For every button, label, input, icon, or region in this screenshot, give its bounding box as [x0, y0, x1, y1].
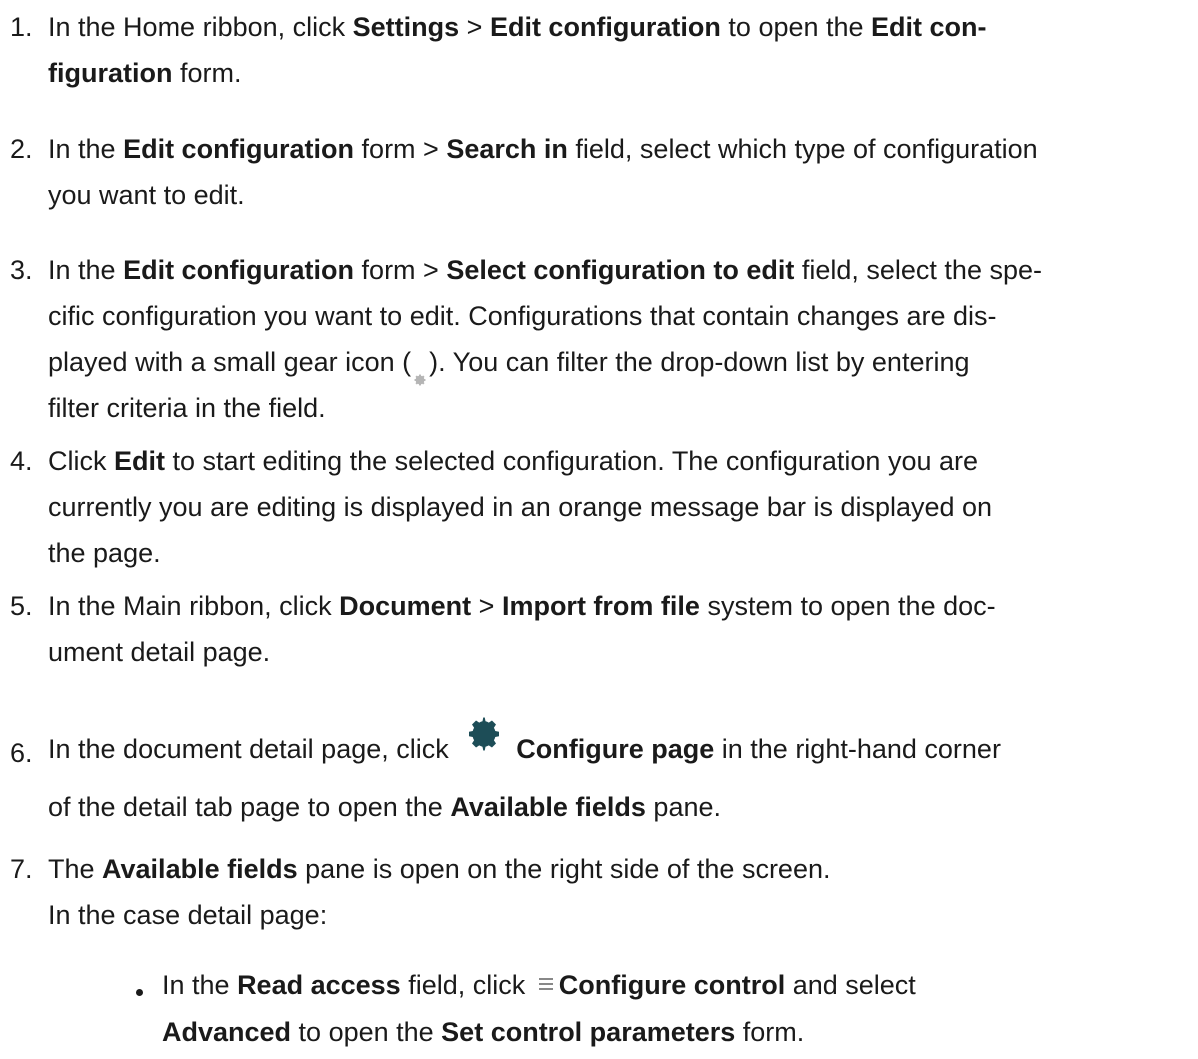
step-text: pane is open on the right side of the sc… — [297, 854, 831, 884]
bold-term: Search in — [446, 134, 568, 164]
bold-term: Edit configuration — [489, 12, 721, 42]
step-text: you want to edit. — [48, 180, 245, 210]
bold-term: Set control parameters — [441, 1017, 736, 1047]
bullet-text: to open the — [291, 1017, 442, 1047]
bold-term: Edit configuration — [123, 255, 355, 285]
bold-term: Read access — [237, 970, 401, 1000]
bullet-item: In the Read access field, click Configur… — [0, 962, 1195, 1056]
step-3: 3. In the Edit configuration form > Sele… — [0, 247, 1195, 431]
step-text: Click — [48, 446, 114, 476]
step-text: to start editing the selected configurat… — [165, 446, 979, 476]
step-6: 6. In the document detail page, click Co… — [0, 717, 1195, 836]
step-text: ument detail page. — [48, 637, 271, 667]
step-5: 5. In the Main ribbon, click Document > … — [0, 583, 1195, 675]
step-text: currently you are editing is displayed i… — [48, 492, 993, 522]
step-2: 2. In the Edit configuration form > Sear… — [0, 126, 1195, 218]
bullet-text: field, click — [400, 970, 533, 1000]
step-number: 3. — [10, 255, 33, 285]
bold-term: Edit — [114, 446, 165, 476]
step-text: field, select which type of configuratio… — [567, 134, 1038, 164]
step-text: field, select the spe- — [794, 255, 1042, 285]
step-text: The — [48, 854, 103, 884]
step-text: played with a small gear icon ( — [48, 347, 412, 377]
step-4: 4. Click Edit to start editing the selec… — [0, 438, 1195, 576]
step-text: in the right-hand corner — [714, 734, 1001, 764]
step-number: 1. — [10, 12, 33, 42]
step-number: 5. — [10, 591, 33, 621]
bullet-text: form. — [735, 1017, 805, 1047]
gear-icon — [413, 355, 427, 386]
step-text: cific configuration you want to edit. Co… — [48, 301, 997, 331]
bullet-text: and select — [785, 970, 916, 1000]
bold-term: Settings — [352, 12, 460, 42]
step-text: filter criteria in the field. — [48, 393, 326, 423]
step-text: form. — [172, 58, 242, 88]
step-text: the page. — [48, 538, 161, 568]
step-text: of the detail tab page to open the — [48, 792, 451, 822]
step-text: form > — [354, 134, 447, 164]
bold-term: Edit configuration — [123, 134, 355, 164]
bold-term: figuration — [48, 58, 173, 88]
step-number: 4. — [10, 446, 33, 476]
step-1: 1. In the Home ribbon, click Settings > … — [0, 4, 1195, 96]
gear-icon — [466, 714, 502, 751]
step-text: In the case detail page: — [48, 900, 328, 930]
bold-term: Select configuration to edit — [446, 255, 795, 285]
step-text: system to open the doc- — [699, 591, 996, 621]
step-number: 2. — [10, 134, 33, 164]
step-text: In the Main ribbon, click — [48, 591, 340, 621]
bold-term: Configure page — [516, 734, 715, 764]
step-number: 6. — [10, 738, 33, 768]
bold-term: Available fields — [102, 854, 298, 884]
step-text: > — [471, 591, 502, 621]
step-text: In the — [48, 255, 124, 285]
step-text: to open the — [720, 12, 872, 42]
bullet-dot — [136, 989, 143, 996]
step-text: In the — [48, 134, 124, 164]
step-number: 7. — [10, 854, 33, 884]
step-text: ). You can filter the drop-down list by … — [429, 347, 970, 377]
step-text: pane. — [645, 792, 721, 822]
step-text: In the Home ribbon, click — [48, 12, 353, 42]
bold-term: Advanced — [162, 1017, 292, 1047]
menu-icon — [538, 977, 553, 990]
step-text: > — [459, 12, 490, 42]
step-7: 7. The Available fields pane is open on … — [0, 846, 1195, 938]
bold-term: Available fields — [450, 792, 646, 822]
bold-term: Edit con- — [871, 12, 987, 42]
step-text: In the document detail page, click — [48, 734, 457, 764]
step-text: form > — [354, 255, 447, 285]
bold-term: Configure control — [558, 970, 786, 1000]
bold-term: Import from file — [501, 591, 700, 621]
bold-term: Document — [339, 591, 472, 621]
bullet-text: In the — [162, 970, 238, 1000]
